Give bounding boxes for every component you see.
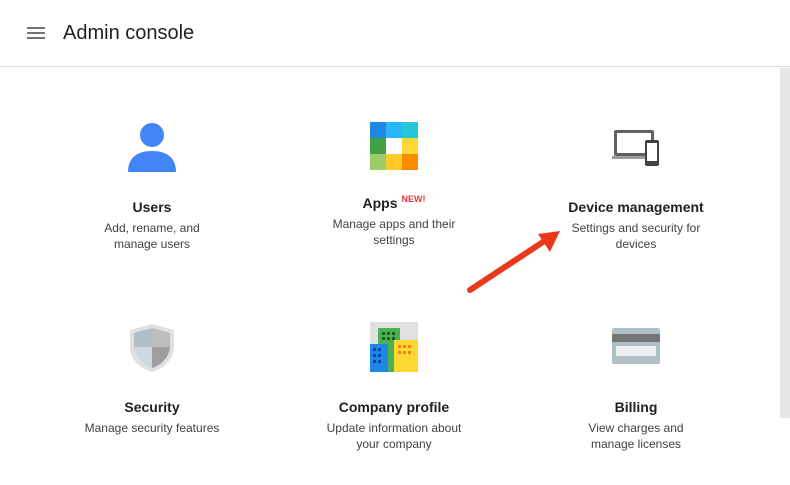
- tile-security[interactable]: Security Manage security features: [52, 322, 252, 482]
- devices-icon: [612, 122, 660, 174]
- tile-title: Users: [132, 199, 172, 215]
- shield-icon: [128, 322, 176, 374]
- hamburger-menu-icon[interactable]: [27, 27, 45, 40]
- tile-billing[interactable]: Billing View charges and manage licenses: [536, 322, 736, 482]
- tile-description: Update information about your company: [326, 421, 462, 451]
- tile-title-text: Apps: [362, 195, 398, 211]
- new-badge: NEW!: [401, 194, 426, 204]
- tile-description: Settings and security for devices: [571, 221, 701, 251]
- buildings-icon: [370, 322, 418, 374]
- tile-description: Manage security features: [84, 421, 220, 435]
- page-title: Admin console: [63, 22, 195, 44]
- tile-title: Apps NEW!: [294, 194, 494, 212]
- tile-description: Manage apps and their settings: [332, 217, 456, 247]
- apps-icon: [370, 122, 418, 174]
- credit-card-icon: [612, 322, 660, 374]
- tile-title: Security: [124, 399, 180, 415]
- annotation-arrow-icon: [467, 231, 560, 293]
- user-icon: [128, 122, 176, 174]
- tile-description: View charges and manage licenses: [588, 421, 684, 451]
- tile-title: Device management: [568, 199, 704, 215]
- tile-company-profile[interactable]: Company profile Update information about…: [294, 322, 494, 482]
- tile-description: Add, rename, and manage users: [104, 221, 200, 251]
- tile-title: Billing: [614, 399, 658, 415]
- scrollbar[interactable]: [780, 68, 790, 418]
- app-header: Admin console: [0, 0, 790, 67]
- tile-users[interactable]: Users Add, rename, and manage users: [52, 122, 252, 282]
- tile-title: Company profile: [338, 399, 450, 415]
